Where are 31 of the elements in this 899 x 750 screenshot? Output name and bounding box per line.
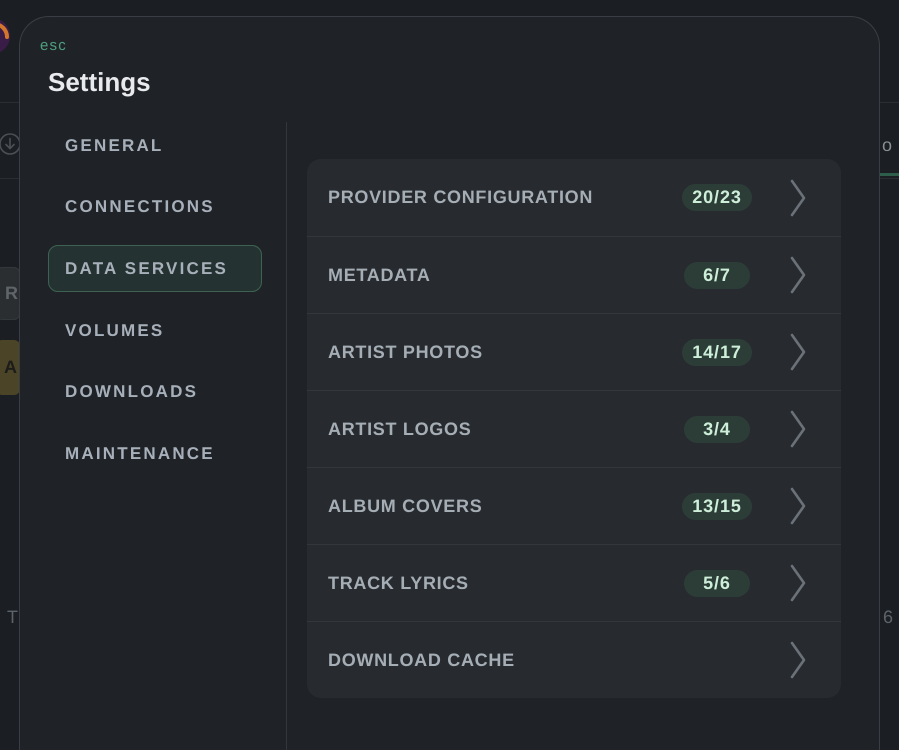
settings-row[interactable]: ARTIST LOGOS 3/4 — [307, 390, 841, 467]
dialog-title: Settings — [48, 67, 151, 97]
count-badge: 13/15 — [682, 492, 752, 520]
count-badge: 3/4 — [684, 416, 750, 442]
chevron-right-icon — [789, 410, 807, 448]
chevron-right-icon — [789, 564, 807, 602]
esc-close-button[interactable]: esc — [40, 37, 67, 55]
count-badge: 20/23 — [682, 184, 752, 211]
nav-item[interactable]: DOWNLOADS — [48, 368, 262, 416]
chevron-right-icon — [789, 333, 807, 371]
chevron-right-icon — [789, 641, 807, 679]
nav-item[interactable]: CONNECTIONS — [48, 184, 262, 231]
footer-text: 6 — [882, 608, 893, 626]
settings-row[interactable]: DOWNLOAD CACHE — [307, 621, 841, 698]
settings-row[interactable]: ARTIST PHOTOS 14/17 — [307, 313, 841, 390]
nav-item[interactable]: DATA SERVICES — [48, 245, 262, 292]
settings-row[interactable]: ALBUM COVERS 13/15 — [307, 467, 841, 544]
settings-row[interactable]: TRACK LYRICS 5/6 — [307, 544, 841, 621]
chevron-right-icon — [789, 256, 807, 294]
nav-item[interactable]: VOLUMES — [48, 306, 262, 354]
settings-row[interactable]: PROVIDER CONFIGURATION 20/23 — [307, 159, 841, 236]
nav-item[interactable]: GENERAL — [48, 122, 262, 169]
settings-row[interactable]: METADATA 6/7 — [307, 236, 841, 313]
count-badge: 14/17 — [682, 338, 752, 366]
download-icon[interactable] — [0, 133, 21, 155]
chevron-right-icon — [789, 487, 807, 525]
nav-item[interactable]: MAINTENANCE — [48, 430, 262, 477]
chevron-right-icon — [789, 178, 807, 216]
count-badge: 6/7 — [684, 262, 750, 288]
count-badge: 5/6 — [684, 570, 750, 596]
footer-text: T — [7, 608, 19, 626]
